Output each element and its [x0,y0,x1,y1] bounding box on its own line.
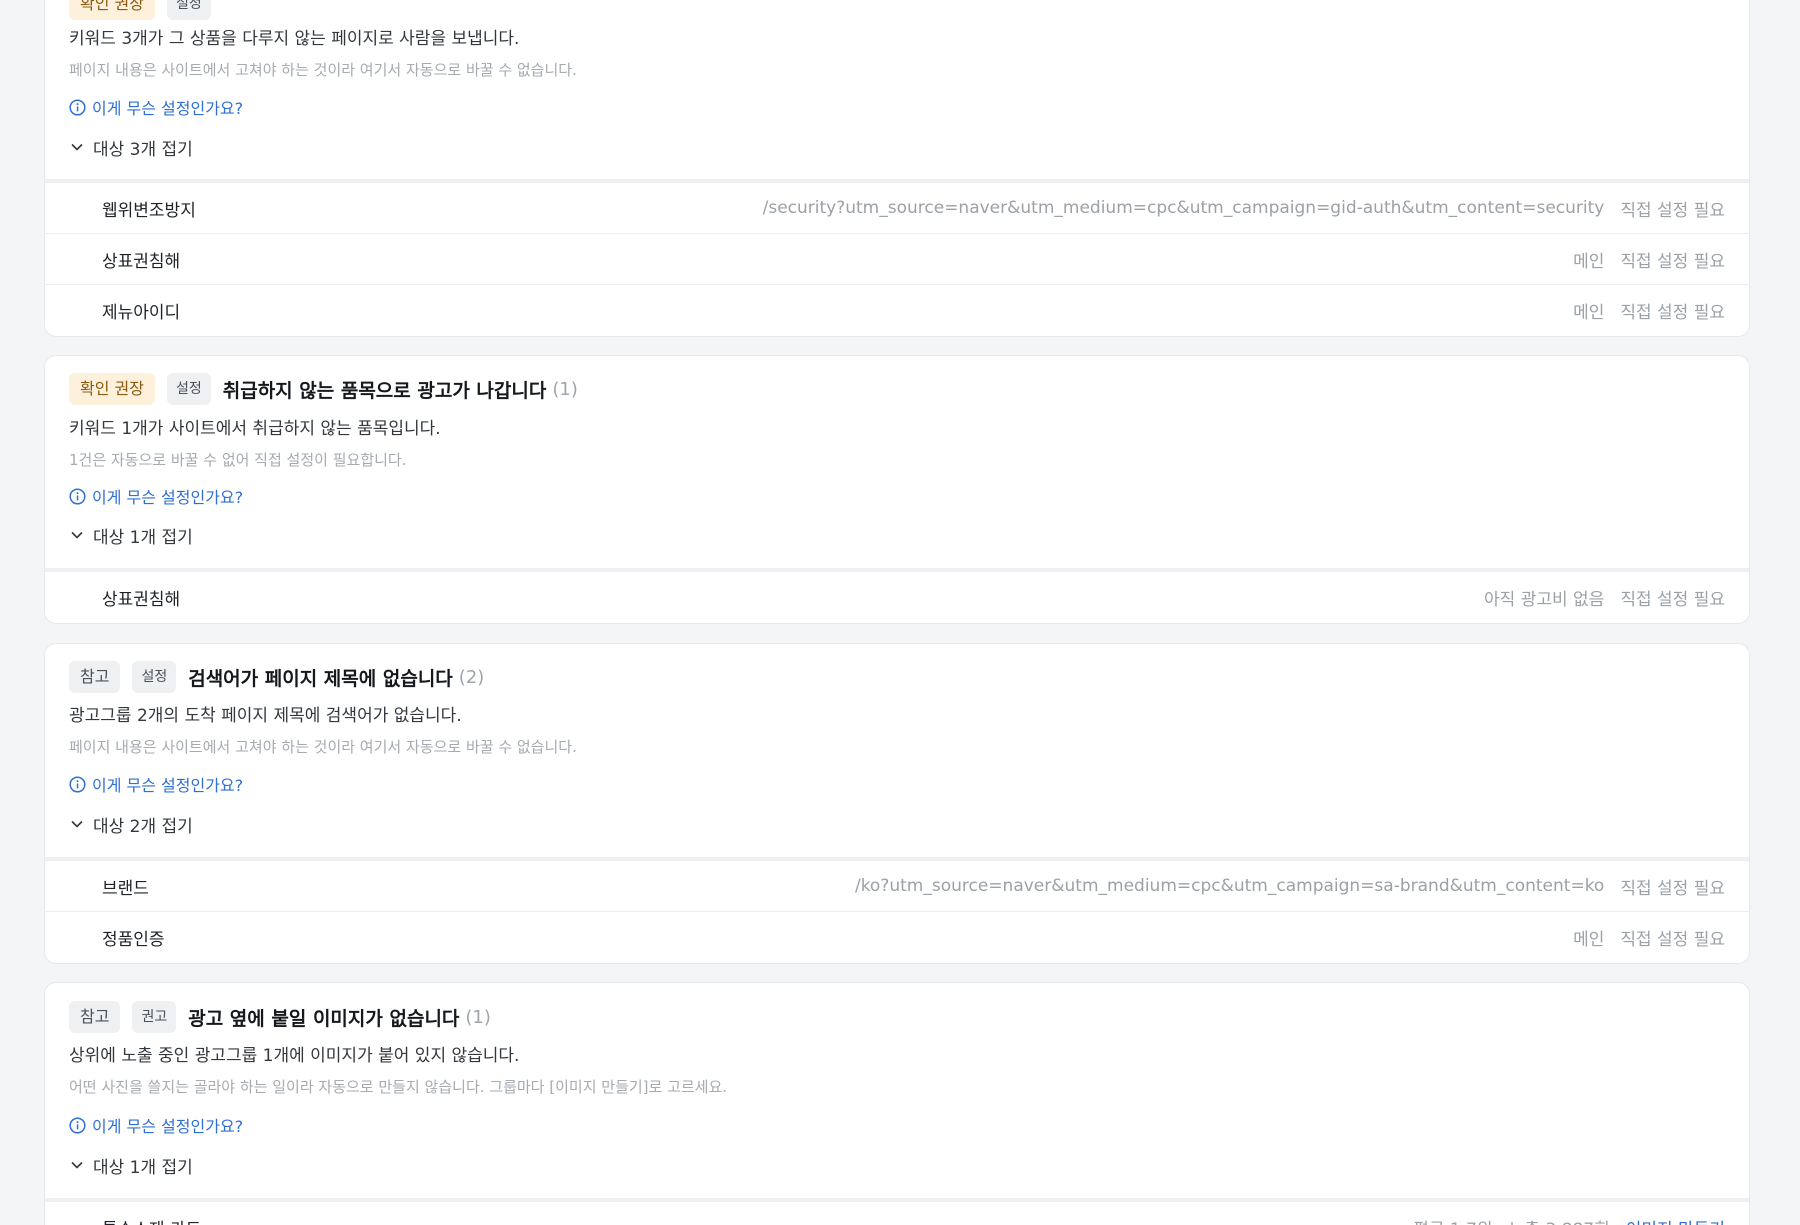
type-badge: 설정 [166,373,211,405]
target-name: 웹위변조방지 [102,200,196,221]
card-title: 취급하지 않는 품목으로 광고가 나갑니다 [222,379,547,402]
type-badge: 권고 [132,1001,177,1033]
card-subnote: 어떤 사진을 쓸지는 골라야 하는 일이라 자동으로 만들지 않습니다. 그룹마… [69,1077,728,1096]
severity-badge: 확인 권장 [69,373,155,405]
chevron-down-icon [71,820,83,828]
target-name: 브랜드 [102,878,149,899]
collapse-toggle[interactable]: 대상 1개 접기 [69,1152,193,1178]
collapse-toggle[interactable]: 대상 2개 접기 [69,811,193,837]
target-spend: 아직 광고비 없음 [1484,589,1605,610]
card-title: 검색어가 페이지 제목에 없습니다 [188,667,453,690]
help-link[interactable]: 이게 무슨 설정인가요? [69,1113,243,1137]
target-url: /ko?utm_source=naver&utm_medium=cpc&utm_… [854,876,1605,896]
chevron-down-icon [71,143,83,151]
info-circle-icon [69,98,86,116]
collapse-label: 대상 1개 접기 [93,1157,193,1178]
card-subnote: 페이지 내용은 사이트에서 고쳐야 하는 것이라 여기서 자동으로 바꿀 수 없… [69,60,577,79]
issue-card-wrong-page: 확인 권장 설정 키워드 3개가 그 상품을 다루지 않는 페이지로 사람을 보… [44,0,1750,337]
target-name: 특수소재 카드 [102,1215,201,1225]
target-stats: 평균 1.7위 · 노출 3,887회 [1413,1215,1610,1225]
info-circle-icon [69,487,86,505]
help-link[interactable]: 이게 무슨 설정인가요? [69,95,243,119]
collapse-toggle[interactable]: 대상 1개 접기 [69,522,193,548]
card-count: (1) [465,1006,491,1028]
target-page: 메인 [1573,251,1605,272]
target-row[interactable]: 특수소재 카드 평균 1.7위 · 노출 3,887회 이미지 만들기 [45,1201,1749,1225]
collapse-label: 대상 1개 접기 [93,527,193,548]
help-link[interactable]: 이게 무슨 설정인가요? [69,772,243,796]
card-header: 확인 권장 설정 [69,0,223,20]
help-link-label: 이게 무슨 설정인가요? [92,1117,244,1136]
make-image-button[interactable]: 이미지 만들기 [1626,1215,1725,1225]
help-link-label: 이게 무슨 설정인가요? [92,99,244,118]
target-name: 상표권침해 [102,589,181,610]
card-description: 광고그룹 2개의 도착 페이지 제목에 검색어가 없습니다. [69,705,462,726]
target-name: 제뉴아이디 [102,302,181,323]
target-name: 상표권침해 [102,251,181,272]
help-link-label: 이게 무슨 설정인가요? [92,488,244,507]
target-row[interactable]: 상표권침해 아직 광고비 없음 직접 설정 필요 [45,571,1749,622]
card-subnote: 페이지 내용은 사이트에서 고쳐야 하는 것이라 여기서 자동으로 바꿀 수 없… [69,737,577,756]
target-action: 직접 설정 필요 [1620,200,1725,221]
issue-card-missing-image: 참고 권고 광고 옆에 붙일 이미지가 없습니다 (1) 상위에 노출 중인 광… [44,982,1750,1225]
card-count: (2) [458,666,485,688]
target-row[interactable]: 정품인증 메인 직접 설정 필요 [45,911,1749,962]
target-row[interactable]: 제뉴아이디 메인 직접 설정 필요 [45,284,1749,335]
type-badge: 설정 [166,0,211,20]
chevron-down-icon [71,1161,83,1169]
chevron-down-icon [71,531,83,539]
target-action: 직접 설정 필요 [1620,589,1725,610]
severity-badge: 참고 [69,1001,121,1033]
card-description: 키워드 1개가 사이트에서 취급하지 않는 품목입니다. [69,418,441,439]
card-title: 광고 옆에 붙일 이미지가 없습니다 [188,1007,460,1030]
card-header: 참고 설정 검색어가 페이지 제목에 없습니다 (2) [69,661,484,693]
target-row[interactable]: 상표권침해 메인 직접 설정 필요 [45,233,1749,284]
target-action: 직접 설정 필요 [1620,878,1725,899]
target-row[interactable]: 브랜드 /ko?utm_source=naver&utm_medium=cpc&… [45,860,1749,911]
target-action: 직접 설정 필요 [1620,251,1725,272]
severity-badge: 참고 [69,661,121,693]
help-link-label: 이게 무슨 설정인가요? [92,776,244,795]
issues-page: 확인 권장 설정 키워드 3개가 그 상품을 다루지 않는 페이지로 사람을 보… [0,0,1800,1225]
target-action: 직접 설정 필요 [1620,302,1725,323]
target-name: 정품인증 [102,929,165,950]
card-header: 참고 권고 광고 옆에 붙일 이미지가 없습니다 (1) [69,1001,491,1033]
issue-card-unsold-items: 확인 권장 설정 취급하지 않는 품목으로 광고가 나갑니다 (1) 키워드 1… [44,355,1750,624]
info-circle-icon [69,1116,86,1134]
target-row[interactable]: 웹위변조방지 /security?utm_source=naver&utm_me… [45,182,1749,233]
collapse-label: 대상 3개 접기 [93,139,193,160]
info-circle-icon [69,775,86,793]
collapse-toggle[interactable]: 대상 3개 접기 [69,134,193,160]
card-header: 확인 권장 설정 취급하지 않는 품목으로 광고가 나갑니다 (1) [69,373,578,405]
card-subnote: 1건은 자동으로 바꿀 수 없어 직접 설정이 필요합니다. [69,450,407,469]
type-badge: 설정 [132,661,177,693]
help-link[interactable]: 이게 무슨 설정인가요? [69,484,243,508]
collapse-label: 대상 2개 접기 [93,816,193,837]
severity-badge: 확인 권장 [69,0,155,20]
target-url: /security?utm_source=naver&utm_medium=cp… [762,198,1605,218]
target-page: 메인 [1573,302,1605,323]
card-description: 키워드 3개가 그 상품을 다루지 않는 페이지로 사람을 보냅니다. [69,28,520,49]
issue-card-title-missing-keyword: 참고 설정 검색어가 페이지 제목에 없습니다 (2) 광고그룹 2개의 도착 … [44,643,1750,964]
card-count: (1) [552,378,578,400]
target-action: 직접 설정 필요 [1620,929,1725,950]
card-description: 상위에 노출 중인 광고그룹 1개에 이미지가 붙어 있지 않습니다. [69,1045,520,1066]
target-page: 메인 [1573,929,1605,950]
